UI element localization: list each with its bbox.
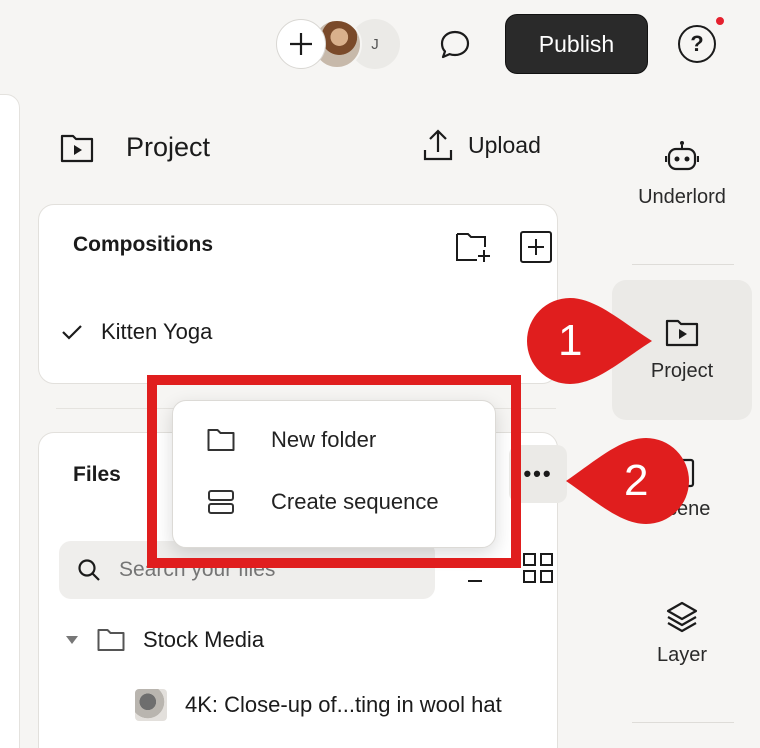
- file-label: 4K: Close-up of...ting in wool hat: [185, 692, 502, 717]
- rail-item-layer[interactable]: Layer: [612, 600, 752, 680]
- annotation-callout-1: 1: [526, 296, 654, 391]
- robot-icon: [665, 141, 699, 171]
- file-row[interactable]: 4K: Close-up of...ting in wool hat: [135, 689, 502, 721]
- help-icon: ?: [690, 31, 704, 56]
- plus-icon: [290, 33, 312, 55]
- add-collaborator-button[interactable]: [276, 19, 326, 69]
- panel-title: Project: [126, 132, 211, 162]
- search-icon: [78, 559, 100, 581]
- upload-button[interactable]: Upload: [422, 128, 541, 162]
- grid-view-button[interactable]: [523, 553, 553, 588]
- checkmark-icon: [62, 325, 82, 340]
- composition-item[interactable]: Kitten Yoga: [61, 319, 212, 345]
- folder-label: Stock Media: [143, 627, 265, 652]
- file-thumbnail: [135, 689, 167, 721]
- annotation-callout-2: 2: [566, 436, 690, 531]
- upload-label: Upload: [468, 131, 541, 158]
- annotation-highlight-box: [147, 375, 521, 568]
- publish-button[interactable]: Publish: [505, 14, 648, 74]
- rail-label: Underlord: [638, 186, 726, 208]
- folder-plus-icon: [456, 233, 490, 262]
- rail-divider: [632, 722, 734, 723]
- chat-bubble-icon: [440, 30, 470, 59]
- project-icon: [665, 319, 699, 346]
- rail-label: Layer: [656, 644, 708, 666]
- composition-label: Kitten Yoga: [101, 319, 213, 344]
- compositions-card: Compositions Kitten Yoga: [38, 204, 558, 384]
- folder-row[interactable]: Stock Media: [65, 627, 264, 653]
- caret-down-icon[interactable]: [65, 635, 79, 645]
- upload-icon: [423, 129, 453, 161]
- more-dots-icon: •••: [523, 461, 553, 486]
- rail-item-underlord[interactable]: Underlord: [612, 140, 752, 230]
- grid-view-icon: [523, 553, 553, 583]
- left-panel-edge: [0, 94, 20, 748]
- rail-label: Project: [650, 359, 714, 382]
- plus-square-icon: [520, 231, 552, 263]
- layers-icon: [666, 601, 698, 633]
- rail-divider: [632, 264, 734, 265]
- comments-button[interactable]: [432, 22, 478, 68]
- notification-dot: [714, 15, 726, 27]
- project-icon: [60, 132, 94, 169]
- add-composition-button[interactable]: [519, 231, 553, 268]
- folder-icon: [97, 629, 125, 651]
- files-title: Files: [73, 463, 121, 486]
- new-composition-folder-button[interactable]: [455, 231, 493, 268]
- help-button[interactable]: ?: [678, 25, 716, 63]
- compositions-title: Compositions: [73, 233, 213, 256]
